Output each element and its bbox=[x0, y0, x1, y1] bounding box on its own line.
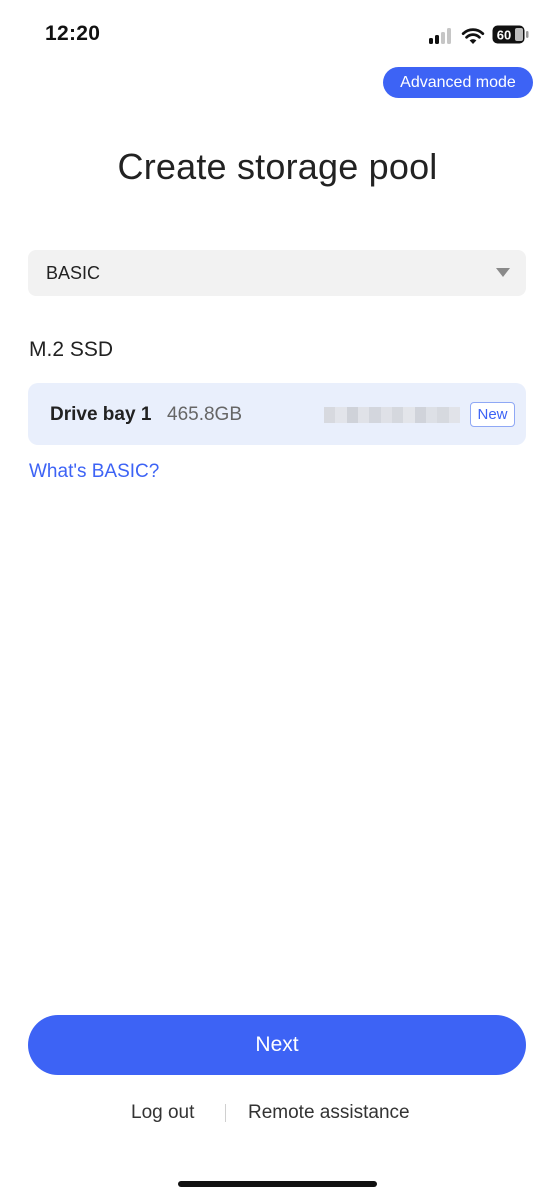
logout-link[interactable]: Log out bbox=[131, 1102, 194, 1124]
next-button[interactable]: Next bbox=[28, 1015, 526, 1075]
status-time: 12:20 bbox=[45, 22, 101, 45]
page-title: Create storage pool bbox=[117, 146, 438, 187]
redacted-serial bbox=[324, 407, 460, 423]
drive-capacity: 465.8GB bbox=[167, 404, 242, 425]
create-storage-pool-screen: 12:20 60 Advanced mode Create storage po… bbox=[0, 0, 555, 1200]
new-badge: New bbox=[470, 402, 515, 427]
home-indicator bbox=[178, 1181, 377, 1187]
advanced-mode-button[interactable]: Advanced mode bbox=[383, 67, 533, 98]
battery-level: 60 bbox=[497, 28, 511, 43]
raid-type-value: BASIC bbox=[46, 262, 101, 283]
battery-icon: 60 bbox=[492, 25, 529, 44]
cellular-signal-icon bbox=[429, 28, 455, 44]
footer-divider bbox=[225, 1104, 226, 1122]
remote-assistance-link[interactable]: Remote assistance bbox=[248, 1102, 410, 1124]
drive-name: Drive bay 1 bbox=[50, 404, 152, 425]
whats-basic-link[interactable]: What's BASIC? bbox=[29, 461, 159, 483]
drive-type-label: M.2 SSD bbox=[29, 338, 114, 361]
dropdown-arrow-icon bbox=[496, 268, 510, 277]
raid-type-select[interactable]: BASIC bbox=[28, 250, 526, 296]
drive-card[interactable]: Drive bay 1 465.8GB New bbox=[28, 383, 526, 445]
wifi-icon bbox=[461, 28, 485, 44]
